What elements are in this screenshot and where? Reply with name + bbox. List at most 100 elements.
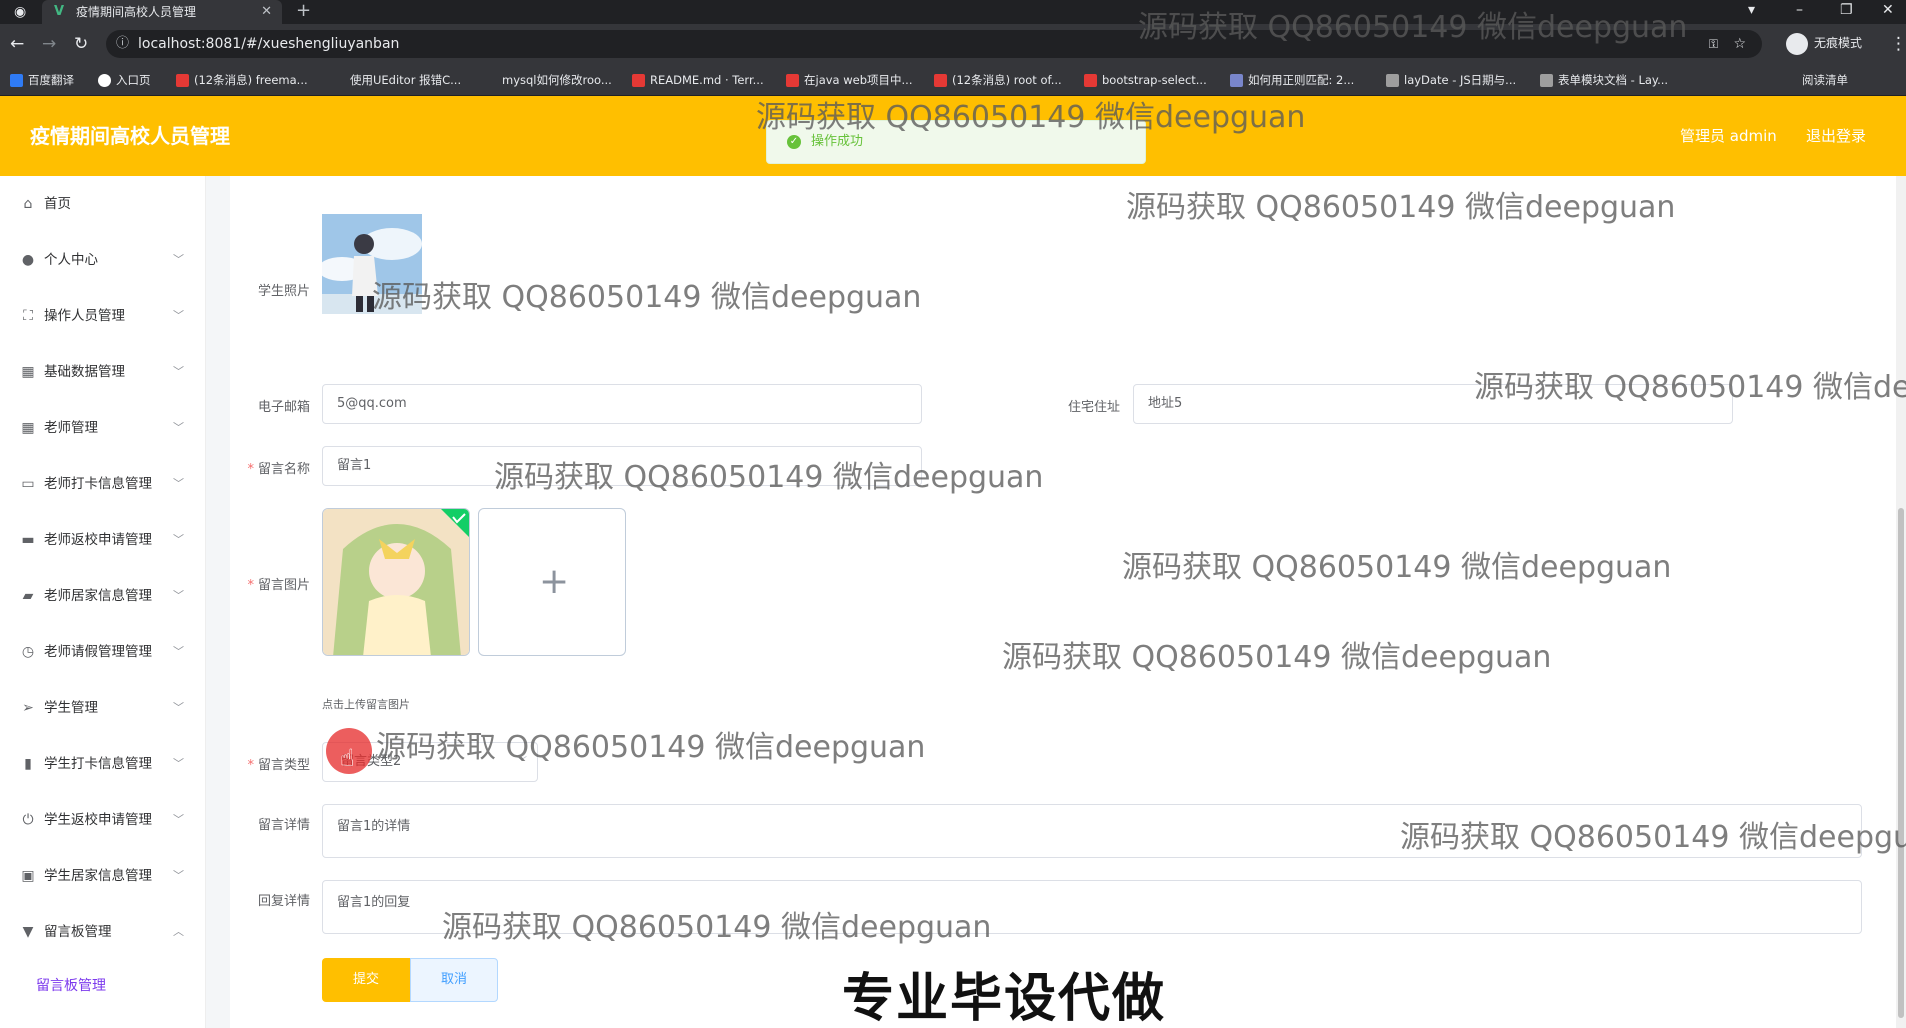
email-label: 电子邮箱: [257, 400, 310, 415]
user-icon: ●: [21, 252, 35, 268]
calendar-icon: ▣: [21, 868, 35, 884]
vue-favicon-icon: V: [54, 4, 65, 19]
watermark: 源码获取 QQ86050149 微信deepguan: [1400, 820, 1906, 855]
sidebar-item-basic-data[interactable]: ▦ 基础数据管理 ﹀: [0, 344, 206, 400]
watermark: 源码获取 QQ86050149 微信deepguan: [756, 100, 1306, 135]
chevron-down-icon: ﹀: [173, 813, 184, 826]
frame-icon: ⛶: [23, 308, 33, 324]
message-detail-label: 留言详情: [257, 818, 310, 833]
chevron-down-icon: ﹀: [173, 589, 184, 602]
bookmark-item[interactable]: 使用UEditor 报错C...: [350, 64, 461, 96]
back-icon[interactable]: ←: [10, 33, 24, 55]
toast-text: 操作成功: [811, 134, 864, 149]
menu-dots-icon[interactable]: ⋮: [1890, 33, 1906, 55]
forward-icon[interactable]: →: [42, 33, 56, 55]
scrollbar-thumb[interactable]: [1898, 508, 1904, 1018]
wallet-icon: ▬: [21, 532, 35, 548]
tab-search-icon[interactable]: ▾: [1748, 0, 1755, 20]
message-image-label: * 留言图片: [247, 578, 310, 593]
check-circle-icon: ✓: [787, 135, 801, 149]
hand-cursor-icon: ☝: [340, 744, 355, 772]
submit-button[interactable]: 提交: [322, 958, 410, 1002]
message-type-label: * 留言类型: [247, 758, 310, 773]
watermark: 源码获取 QQ86050149 微信deepguan: [1474, 370, 1906, 405]
reading-list[interactable]: 阅读清单: [1802, 64, 1848, 96]
bookmark-item[interactable]: 百度翻译: [10, 64, 74, 96]
chevron-down-icon: ﹀: [173, 253, 184, 266]
chevron-up-icon: ︿: [173, 925, 184, 938]
sidebar-item-message-board[interactable]: ▼ 留言板管理 ︿: [0, 904, 206, 960]
watermark: 源码获取 QQ86050149 微信deepguan: [494, 460, 1044, 495]
sidebar-subitem-message-board[interactable]: 留言板管理: [36, 966, 106, 1006]
watermark: 源码获取 QQ86050149 微信deepguan: [1126, 190, 1676, 225]
tab-close-icon[interactable]: ✕: [261, 0, 272, 24]
reload-icon[interactable]: ↻: [74, 33, 88, 55]
incognito-icon: [1786, 32, 1808, 55]
sidebar-item-student-home[interactable]: ▣ 学生居家信息管理 ﹀: [0, 848, 206, 904]
email-field[interactable]: 5@qq.com: [322, 384, 922, 424]
sidebar: ⌂ 首页 ● 个人中心 ﹀ ⛶ 操作人员管理 ﹀ ▦ 基础数据管理 ﹀ ▦ 老师管理 ﹀ ▭ 老师打…: [0, 176, 206, 1028]
minimize-icon[interactable]: –: [1796, 0, 1803, 20]
sidebar-item-teacher-checkin[interactable]: ▭ 老师打卡信息管理 ﹀: [0, 456, 206, 512]
bar-chart-icon: ▮: [24, 756, 32, 772]
password-key-icon[interactable]: ⚿: [1709, 30, 1718, 58]
watermark: 源码获取 QQ86050149 微信deepguan: [1122, 550, 1672, 585]
uploaded-image-card[interactable]: [322, 508, 470, 656]
chevron-down-icon: ﹀: [173, 645, 184, 658]
cancel-button[interactable]: 取消: [410, 958, 498, 1002]
sidebar-item-teacher-home[interactable]: ▰ 老师居家信息管理 ﹀: [0, 568, 206, 624]
chevron-down-icon: ﹀: [173, 309, 184, 322]
browser-tab[interactable]: V 疫情期间高校人员管理 ✕: [42, 0, 282, 24]
bookmark-item[interactable]: 表单模块文档 - Lay...: [1540, 64, 1668, 96]
close-window-icon[interactable]: ✕: [1882, 0, 1894, 20]
chevron-down-icon: ﹀: [173, 869, 184, 882]
restore-icon[interactable]: ❐: [1840, 0, 1853, 20]
sidebar-item-students[interactable]: ➢ 学生管理 ﹀: [0, 680, 206, 736]
sidebar-item-home[interactable]: ⌂ 首页: [0, 176, 206, 232]
chevron-down-icon: ﹀: [173, 477, 184, 490]
bookmark-star-icon[interactable]: ☆: [1733, 30, 1746, 58]
watermark: 源码获取 QQ86050149 微信deepguan: [442, 910, 992, 945]
sidebar-item-teacher-return[interactable]: ▬ 老师返校申请管理 ﹀: [0, 512, 206, 568]
sidebar-item-student-checkin[interactable]: ▮ 学生打卡信息管理 ﹀: [0, 736, 206, 792]
bookmark-item[interactable]: mysql如何修改roo...: [502, 64, 612, 96]
reply-detail-label: 回复详情: [257, 894, 310, 909]
photo-label: 学生照片: [257, 284, 310, 299]
browser-logo-icon: ◉: [14, 4, 27, 20]
sidebar-item-teacher-leave[interactable]: ◷ 老师请假管理管理 ﹀: [0, 624, 206, 680]
app-title: 疫情期间高校人员管理: [30, 124, 230, 148]
bookmark-item[interactable]: 入口页: [98, 64, 151, 96]
bookmark-item[interactable]: layDate - JS日期与...: [1386, 64, 1516, 96]
bookmark-item[interactable]: README.md · Terr...: [632, 64, 764, 96]
logout-link[interactable]: 退出登录: [1806, 96, 1866, 176]
watermark: 源码获取 QQ86050149 微信deepguan: [376, 730, 926, 765]
bookmark-item[interactable]: (12条消息) freema...: [176, 64, 308, 96]
watermark: 源码获取 QQ86050149 微信deepguan: [372, 280, 922, 315]
message-name-label: * 留言名称: [247, 462, 310, 477]
chevron-down-icon: ﹀: [173, 757, 184, 770]
watermark: 源码获取 QQ86050149 微信deepguan: [1138, 10, 1688, 45]
grid-icon: ▦: [21, 364, 35, 380]
clock-icon: ◷: [21, 644, 35, 660]
message-icon: ▭: [21, 476, 35, 492]
cup-icon: ▼: [22, 924, 34, 940]
chevron-down-icon: ﹀: [173, 533, 184, 546]
new-tab-icon[interactable]: +: [296, 0, 311, 22]
upload-tip: 点击上传留言图片: [322, 698, 410, 711]
sidebar-item-teachers[interactable]: ▦ 老师管理 ﹀: [0, 400, 206, 456]
apps-icon: ▦: [21, 420, 35, 436]
watermark: 源码获取 QQ86050149 微信deepguan: [1002, 640, 1552, 675]
image-upload-button[interactable]: +: [478, 508, 626, 656]
tab-title: 疫情期间高校人员管理: [76, 5, 197, 19]
chevron-down-icon: ﹀: [173, 365, 184, 378]
sidebar-item-operators[interactable]: ⛶ 操作人员管理 ﹀: [0, 288, 206, 344]
sidebar-item-personal[interactable]: ● 个人中心 ﹀: [0, 232, 206, 288]
incognito-indicator[interactable]: 无痕模式: [1786, 30, 1862, 56]
sidebar-item-student-return[interactable]: ⏻ 学生返校申请管理 ﹀: [0, 792, 206, 848]
site-info-icon[interactable]: ⓘ: [116, 30, 129, 58]
address-label: 住宅住址: [1067, 400, 1120, 415]
send-icon: ➢: [22, 700, 34, 716]
admin-user-label[interactable]: 管理员 admin: [1680, 96, 1777, 176]
chevron-down-icon: ﹀: [173, 701, 184, 714]
url-text: localhost:8081/#/xueshengliuyanban: [138, 36, 400, 52]
